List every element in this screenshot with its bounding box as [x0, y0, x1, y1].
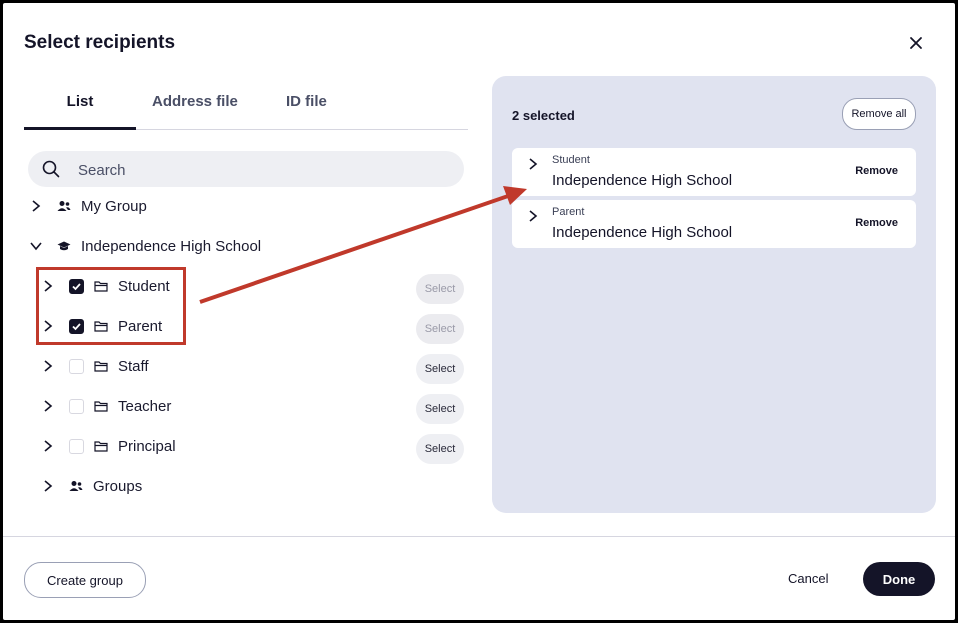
chevron-right-icon[interactable] [41, 439, 55, 453]
cancel-button[interactable]: Cancel [788, 571, 828, 586]
folder-icon [94, 401, 108, 412]
selected-item-name: Independence High School [552, 172, 733, 189]
tree-item-label: Groups [93, 477, 143, 495]
teacher-select-button[interactable]: Select [416, 394, 464, 424]
parent-select-button[interactable]: Select [416, 314, 464, 344]
chevron-right-icon[interactable] [41, 479, 55, 493]
selected-item: Student Independence High School Remove [512, 148, 916, 196]
remove-button[interactable]: Remove [855, 165, 898, 177]
chevron-down-icon[interactable] [29, 239, 43, 253]
selected-panel: 2 selected Remove all Student Independen… [492, 76, 936, 513]
remove-all-button[interactable]: Remove all [842, 98, 916, 130]
tree-item-label: Staff [118, 357, 149, 375]
tree-item-staff[interactable]: Staff [41, 354, 149, 378]
selected-item-type: Parent [552, 206, 585, 218]
close-icon[interactable] [906, 33, 926, 53]
tab-id-file[interactable]: ID file [286, 89, 327, 129]
annotation-highlight-box [36, 267, 186, 345]
tree-item-school[interactable]: Independence High School [29, 234, 261, 258]
search-input[interactable] [76, 158, 440, 182]
search-icon [42, 160, 60, 178]
staff-checkbox[interactable] [69, 358, 84, 374]
chevron-right-icon[interactable] [526, 157, 540, 171]
tree-item-groups[interactable]: Groups [41, 474, 142, 498]
tree-item-label: Independence High School [81, 237, 262, 255]
chevron-right-icon[interactable] [41, 399, 55, 413]
tab-bar: List Address file ID file [24, 89, 468, 130]
selected-count: 2 selected [512, 108, 575, 123]
tree-item-my-group[interactable]: My Group [29, 194, 147, 218]
done-button[interactable]: Done [863, 562, 935, 596]
principal-checkbox[interactable] [69, 438, 84, 454]
tab-list[interactable]: List [24, 89, 136, 130]
selected-item: Parent Independence High School Remove [512, 200, 916, 248]
select-recipients-dialog: Select recipients List Address file ID f… [3, 3, 955, 620]
chevron-right-icon[interactable] [41, 359, 55, 373]
tab-address-file[interactable]: Address file [152, 89, 238, 129]
student-select-button[interactable]: Select [416, 274, 464, 304]
people-icon [69, 481, 83, 491]
tree-item-label: Teacher [118, 397, 172, 415]
remove-button[interactable]: Remove [855, 217, 898, 229]
tree-item-principal[interactable]: Principal [41, 434, 176, 458]
create-group-button[interactable]: Create group [24, 562, 146, 598]
search-bar [28, 151, 464, 187]
chevron-right-icon[interactable] [526, 209, 540, 223]
dialog-title: Select recipients [24, 32, 176, 53]
people-icon [57, 201, 71, 211]
principal-select-button[interactable]: Select [416, 434, 464, 464]
tree-item-label: My Group [81, 197, 147, 215]
tree-item-teacher[interactable]: Teacher [41, 394, 171, 418]
selected-item-name: Independence High School [552, 224, 733, 241]
folder-icon [94, 361, 108, 372]
graduation-cap-icon [57, 241, 71, 251]
teacher-checkbox[interactable] [69, 398, 84, 414]
footer-divider [3, 536, 955, 537]
chevron-right-icon[interactable] [29, 199, 43, 213]
tree-item-label: Principal [118, 437, 176, 455]
folder-icon [94, 441, 108, 452]
selected-item-type: Student [552, 154, 590, 166]
staff-select-button[interactable]: Select [416, 354, 464, 384]
